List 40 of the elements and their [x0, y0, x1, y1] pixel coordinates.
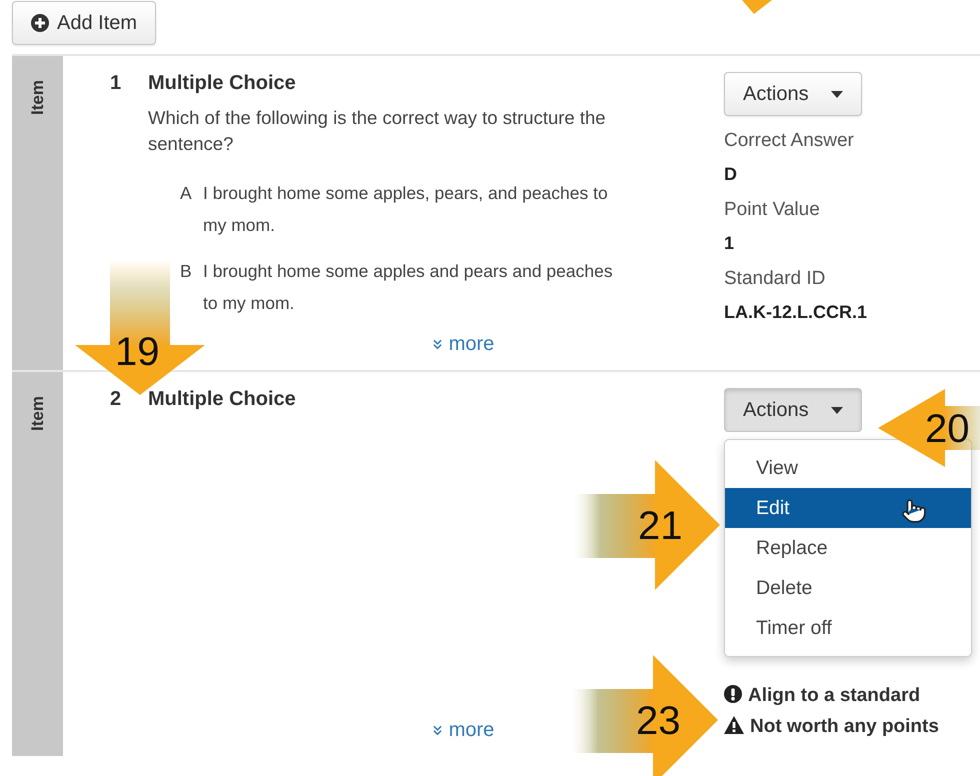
menu-item[interactable]: View — [725, 448, 971, 488]
option-text: I brought home some apples, pears, and peaches to my mom. — [203, 182, 609, 237]
question-text: Which of the following is the correct way to structure the sentence? — [148, 106, 607, 156]
option-letter: A — [180, 182, 193, 205]
option-text: I brought home some apples and pears and peaches to my mom. — [203, 260, 614, 315]
detail-label: Point Value — [724, 199, 821, 221]
item-type: Multiple Choice — [148, 72, 296, 95]
detail-value: LA.K-12.L.CCR.1 — [724, 302, 868, 323]
actions-button[interactable]: Actions — [724, 388, 862, 432]
more-link[interactable]: more — [430, 719, 494, 742]
item-side-label: Item — [28, 396, 48, 431]
more-link[interactable]: more — [430, 333, 494, 356]
actions-button[interactable]: Actions — [724, 72, 862, 116]
caret-icon — [830, 406, 843, 414]
option-letter: B — [180, 260, 193, 283]
hand-pointer-icon — [901, 498, 927, 524]
callout-number: 20 — [925, 409, 970, 449]
callout-number: 19 — [115, 332, 160, 372]
callout-number: 21 — [638, 506, 682, 546]
item-type: Multiple Choice — [148, 388, 296, 411]
menu-item[interactable]: Timer off — [725, 608, 971, 648]
detail-value: D — [724, 164, 738, 185]
menu-item[interactable]: Replace — [725, 528, 971, 568]
warning-text: Align to a standard — [724, 680, 950, 711]
detail-label: Standard ID — [724, 268, 826, 290]
item-number: 2 — [110, 388, 122, 411]
caret-icon — [830, 90, 843, 98]
callout-arrow — [742, 0, 772, 14]
warning-triangle-icon — [724, 716, 744, 734]
warning-text: Not worth any points — [724, 711, 950, 742]
menu-item[interactable]: Edit — [725, 488, 971, 528]
item-side-label: Item — [28, 80, 48, 115]
detail-label: Correct Answer — [724, 130, 855, 152]
callout-number: 23 — [636, 701, 680, 741]
add-item-button[interactable]: Add Item — [12, 1, 156, 45]
plus-circle-icon — [31, 14, 49, 32]
menu-item[interactable]: Delete — [725, 568, 971, 608]
exclamation-circle-icon — [724, 685, 742, 703]
item-number: 1 — [110, 72, 122, 95]
detail-value: 1 — [724, 233, 736, 254]
